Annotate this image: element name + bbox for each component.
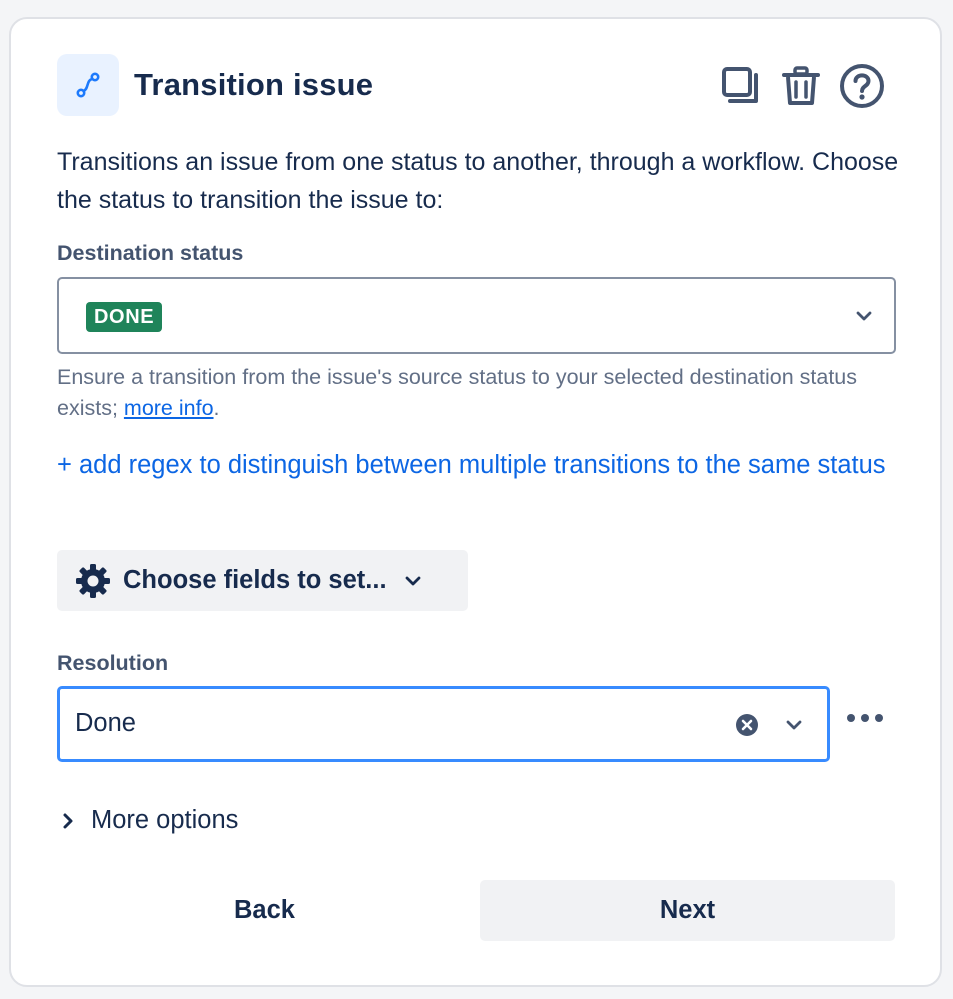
status-lozenge: DONE: [86, 302, 163, 332]
destination-status-select[interactable]: DONE: [57, 277, 896, 354]
clear-icon[interactable]: [735, 713, 759, 737]
destination-status-label: Destination status: [57, 241, 244, 265]
back-button[interactable]: Back: [57, 880, 472, 941]
chevron-down-icon: [405, 575, 421, 587]
transition-icon: [57, 54, 119, 116]
choose-fields-label: Choose fields to set...: [123, 566, 387, 594]
next-button[interactable]: Next: [480, 880, 895, 941]
more-info-link[interactable]: more info: [124, 396, 214, 420]
resolution-select[interactable]: Done: [57, 686, 830, 762]
more-actions-icon[interactable]: [839, 701, 891, 735]
helper-text: Ensure a transition from the issue's sou…: [57, 362, 917, 424]
choose-fields-button[interactable]: Choose fields to set...: [57, 550, 468, 611]
description: Transitions an issue from one status to …: [57, 148, 899, 214]
transition-issue-panel: Transition issue Transitions an issue fr…: [9, 17, 942, 987]
more-options-label: More options: [91, 806, 239, 834]
resolution-label: Resolution: [57, 651, 169, 675]
add-regex-link[interactable]: + add regex to distinguish between multi…: [57, 446, 917, 484]
chevron-right-icon: [63, 813, 73, 828]
chevron-down-icon[interactable]: [852, 304, 876, 328]
more-options-toggle[interactable]: More options: [61, 806, 238, 835]
trash-icon[interactable]: [777, 62, 825, 110]
page-title: Transition issue: [134, 67, 374, 102]
help-icon[interactable]: [838, 62, 886, 110]
resolution-value: Done: [75, 709, 136, 737]
copy-icon[interactable]: [717, 62, 765, 110]
chevron-down-icon[interactable]: [782, 713, 806, 737]
gear-icon: [76, 563, 110, 598]
helper-suffix: .: [213, 396, 220, 420]
